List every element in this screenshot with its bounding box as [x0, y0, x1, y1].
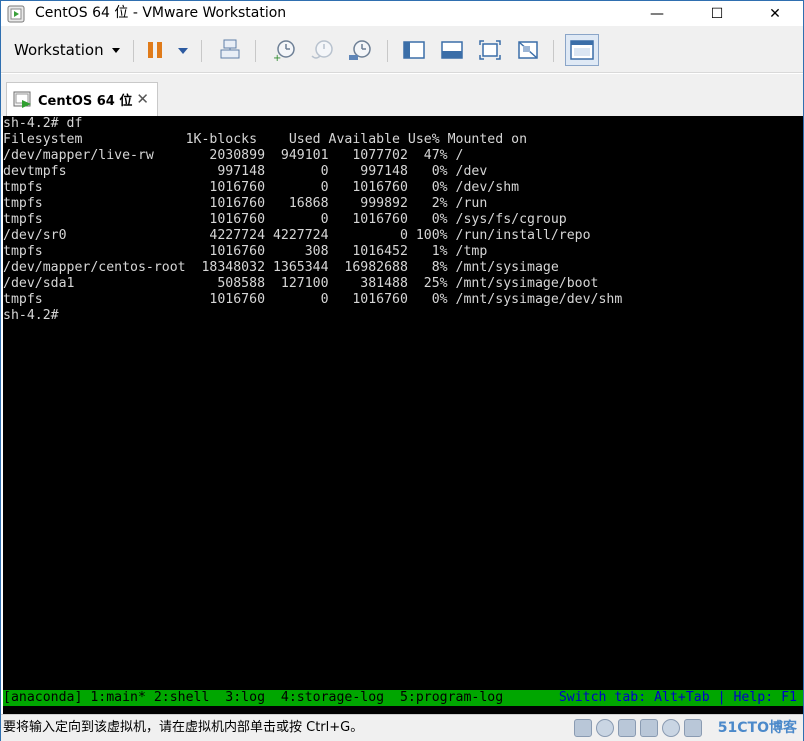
toolbar-divider [387, 40, 388, 62]
status-message: 要将输入定向到该虚拟机，请在虚拟机内部单击或按 Ctrl+G。 [3, 720, 364, 735]
window-title: CentOS 64 位 - VMware Workstation [35, 5, 287, 21]
tab-centos-64[interactable]: CentOS 64 位 ✕ [6, 82, 158, 116]
terminal-line: /dev/mapper/centos-root 18348032 1365344… [3, 260, 559, 275]
power-dropdown-icon[interactable] [178, 48, 188, 54]
chevron-down-icon [111, 47, 120, 53]
console-view-button[interactable] [565, 34, 599, 66]
terminal-line: tmpfs 1016760 0 1016760 0% /dev/shm [3, 180, 520, 195]
pause-button[interactable] [142, 37, 168, 63]
minimize-icon: — [650, 5, 664, 22]
toolbar-divider [553, 40, 554, 62]
hard-disk-icon[interactable] [574, 719, 592, 737]
svg-text:+: + [273, 53, 281, 62]
tab-close-icon[interactable]: ✕ [136, 91, 149, 107]
close-button[interactable]: ✕ [745, 1, 804, 26]
anaconda-help-hint: Switch tab: Alt+Tab | Help: F1 [558, 690, 797, 705]
unity-icon [518, 41, 538, 59]
maximize-button[interactable]: ☐ [687, 1, 747, 26]
snapshot-manager-icon [349, 40, 371, 60]
take-snapshot-button[interactable]: + [271, 37, 297, 63]
sound-card-icon[interactable] [662, 719, 680, 737]
printer-icon[interactable] [684, 719, 702, 737]
maximize-icon: ☐ [710, 5, 724, 22]
toolbar: Workstation + [1, 26, 803, 73]
anaconda-tmux-bar: [anaconda] 1:main* 2:shell 3:log 4:stora… [3, 690, 803, 706]
show-library-button[interactable] [401, 37, 427, 63]
usb-controller-icon[interactable] [640, 719, 658, 737]
terminal-line: tmpfs 1016760 16868 999892 2% /run [3, 196, 488, 211]
workstation-menu-label: Workstation [14, 41, 104, 59]
terminal-line: /dev/mapper/live-rw 2030899 949101 10777… [3, 148, 464, 163]
show-library-icon [403, 41, 425, 59]
terminal-line: tmpfs 1016760 308 1016452 1% /tmp [3, 244, 488, 259]
watermark-logo: 51CTO博客 [717, 720, 797, 736]
terminal-line: devtmpfs 997148 0 997148 0% /dev [3, 164, 488, 179]
device-icons [574, 719, 702, 737]
take-snapshot-icon: + [273, 40, 295, 62]
unity-button[interactable] [515, 37, 541, 63]
terminal-line: sh-4.2# df [3, 116, 83, 131]
revert-snapshot-button[interactable] [309, 37, 335, 63]
terminal-line: /dev/sda1 508588 127100 381488 25% /mnt/… [3, 276, 599, 291]
vmware-window: CentOS 64 位 - VMware Workstation — ☐ ✕ W… [0, 0, 804, 741]
vmware-app-icon [7, 5, 25, 23]
title-bar: CentOS 64 位 - VMware Workstation — ☐ ✕ [1, 1, 803, 26]
full-screen-icon [479, 40, 501, 60]
cd-dvd-icon[interactable] [596, 719, 614, 737]
quick-switch-button[interactable] [439, 37, 465, 63]
network-adapter-icon[interactable] [618, 719, 636, 737]
terminal-line: tmpfs 1016760 0 1016760 0% /sys/fs/cgrou… [3, 212, 567, 227]
status-bar: 要将输入定向到该虚拟机，请在虚拟机内部单击或按 Ctrl+G。 51CTO博客 [1, 714, 803, 741]
vm-tab-strip: CentOS 64 位 ✕ [1, 74, 803, 116]
toolbar-divider [255, 40, 256, 62]
minimize-button[interactable]: — [627, 1, 687, 26]
vm-running-icon [13, 91, 31, 108]
toolbar-divider [201, 40, 202, 62]
anaconda-tab-list: [anaconda] 1:main* 2:shell 3:log 4:stora… [3, 690, 504, 705]
terminal-line: Filesystem 1K-blocks Used Available Use%… [3, 132, 528, 147]
vm-console[interactable]: sh-4.2# df Filesystem 1K-blocks Used Avai… [3, 116, 803, 714]
send-ctrl-alt-del-button[interactable] [217, 37, 243, 63]
terminal-line: /dev/sr0 4227724 4227724 0 100% /run/ins… [3, 228, 591, 243]
toolbar-divider [133, 40, 134, 62]
full-screen-button[interactable] [477, 37, 503, 63]
snapshot-manager-button[interactable] [347, 37, 373, 63]
terminal-line: sh-4.2# [3, 308, 59, 323]
terminal-line: tmpfs 1016760 0 1016760 0% /mnt/sysimage… [3, 292, 623, 307]
quick-switch-icon [441, 41, 463, 59]
workstation-menu[interactable]: Workstation [6, 35, 128, 65]
terminal-output: sh-4.2# df Filesystem 1K-blocks Used Avai… [3, 116, 622, 324]
revert-snapshot-icon [311, 40, 333, 59]
tab-label: CentOS 64 位 [38, 94, 133, 109]
console-view-icon [570, 40, 594, 60]
send-ctrl-alt-del-icon [220, 39, 240, 59]
close-icon: ✕ [769, 5, 781, 22]
pause-icon [148, 42, 162, 58]
